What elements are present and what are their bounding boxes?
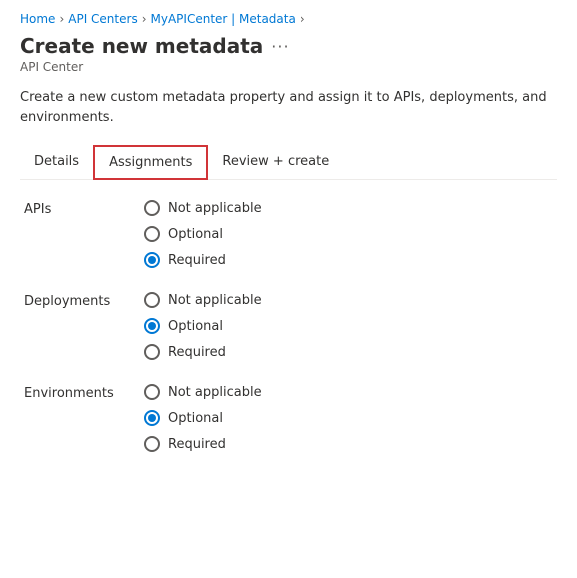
section-label-deployments: Deployments: [24, 292, 144, 309]
radio-circle-api-req: [144, 252, 160, 268]
page-header: Create new metadata ···: [20, 34, 557, 58]
radio-circle-env-req: [144, 436, 160, 452]
section-label-apis: APIs: [24, 200, 144, 217]
radio-label-dep-na: Not applicable: [168, 293, 262, 308]
radio-option-dep-req[interactable]: Required: [144, 344, 262, 360]
radio-option-api-req[interactable]: Required: [144, 252, 262, 268]
radio-label-api-na: Not applicable: [168, 201, 262, 216]
breadcrumb-sep2: ›: [142, 12, 147, 26]
page-description: Create a new custom metadata property an…: [20, 88, 557, 127]
assignment-row-environments: Environments Not applicable Optional Requir…: [24, 384, 557, 452]
radio-label-env-opt: Optional: [168, 411, 223, 426]
radio-circle-api-na: [144, 200, 160, 216]
radio-option-dep-na[interactable]: Not applicable: [144, 292, 262, 308]
tab-bar: Details Assignments Review + create: [20, 145, 557, 180]
tab-review[interactable]: Review + create: [208, 146, 343, 179]
assignment-row-apis: APIs Not applicable Optional Required: [24, 200, 557, 268]
breadcrumb: Home › API Centers › MyAPICenter | Metad…: [20, 12, 557, 26]
more-options-icon[interactable]: ···: [271, 37, 289, 56]
page-title: Create new metadata: [20, 34, 263, 58]
breadcrumb-home[interactable]: Home: [20, 12, 55, 26]
radio-group-apis: Not applicable Optional Required: [144, 200, 262, 268]
radio-group-deployments: Not applicable Optional Required: [144, 292, 262, 360]
assignments-form: APIsNot applicableOptionalRequiredDeploy…: [20, 200, 557, 452]
breadcrumb-sep1: ›: [59, 12, 64, 26]
radio-circle-dep-opt: [144, 318, 160, 334]
radio-option-env-na[interactable]: Not applicable: [144, 384, 262, 400]
radio-option-api-na[interactable]: Not applicable: [144, 200, 262, 216]
tab-details[interactable]: Details: [20, 146, 93, 179]
breadcrumb-api-centers[interactable]: API Centers: [68, 12, 137, 26]
radio-circle-env-na: [144, 384, 160, 400]
radio-circle-dep-req: [144, 344, 160, 360]
radio-label-env-req: Required: [168, 437, 226, 452]
radio-option-dep-opt[interactable]: Optional: [144, 318, 262, 334]
radio-label-dep-opt: Optional: [168, 319, 223, 334]
assignment-row-deployments: Deployments Not applicable Optional Require…: [24, 292, 557, 360]
radio-option-api-opt[interactable]: Optional: [144, 226, 262, 242]
radio-circle-api-opt: [144, 226, 160, 242]
radio-label-env-na: Not applicable: [168, 385, 262, 400]
page-subtitle: API Center: [20, 60, 557, 74]
radio-label-dep-req: Required: [168, 345, 226, 360]
radio-label-api-req: Required: [168, 253, 226, 268]
radio-circle-env-opt: [144, 410, 160, 426]
breadcrumb-sep3: ›: [300, 12, 305, 26]
section-label-environments: Environments: [24, 384, 144, 401]
breadcrumb-my-api-center[interactable]: MyAPICenter | Metadata: [151, 12, 296, 26]
radio-label-api-opt: Optional: [168, 227, 223, 242]
radio-option-env-req[interactable]: Required: [144, 436, 262, 452]
radio-option-env-opt[interactable]: Optional: [144, 410, 262, 426]
radio-circle-dep-na: [144, 292, 160, 308]
tab-assignments[interactable]: Assignments: [93, 145, 208, 180]
radio-group-environments: Not applicable Optional Required: [144, 384, 262, 452]
